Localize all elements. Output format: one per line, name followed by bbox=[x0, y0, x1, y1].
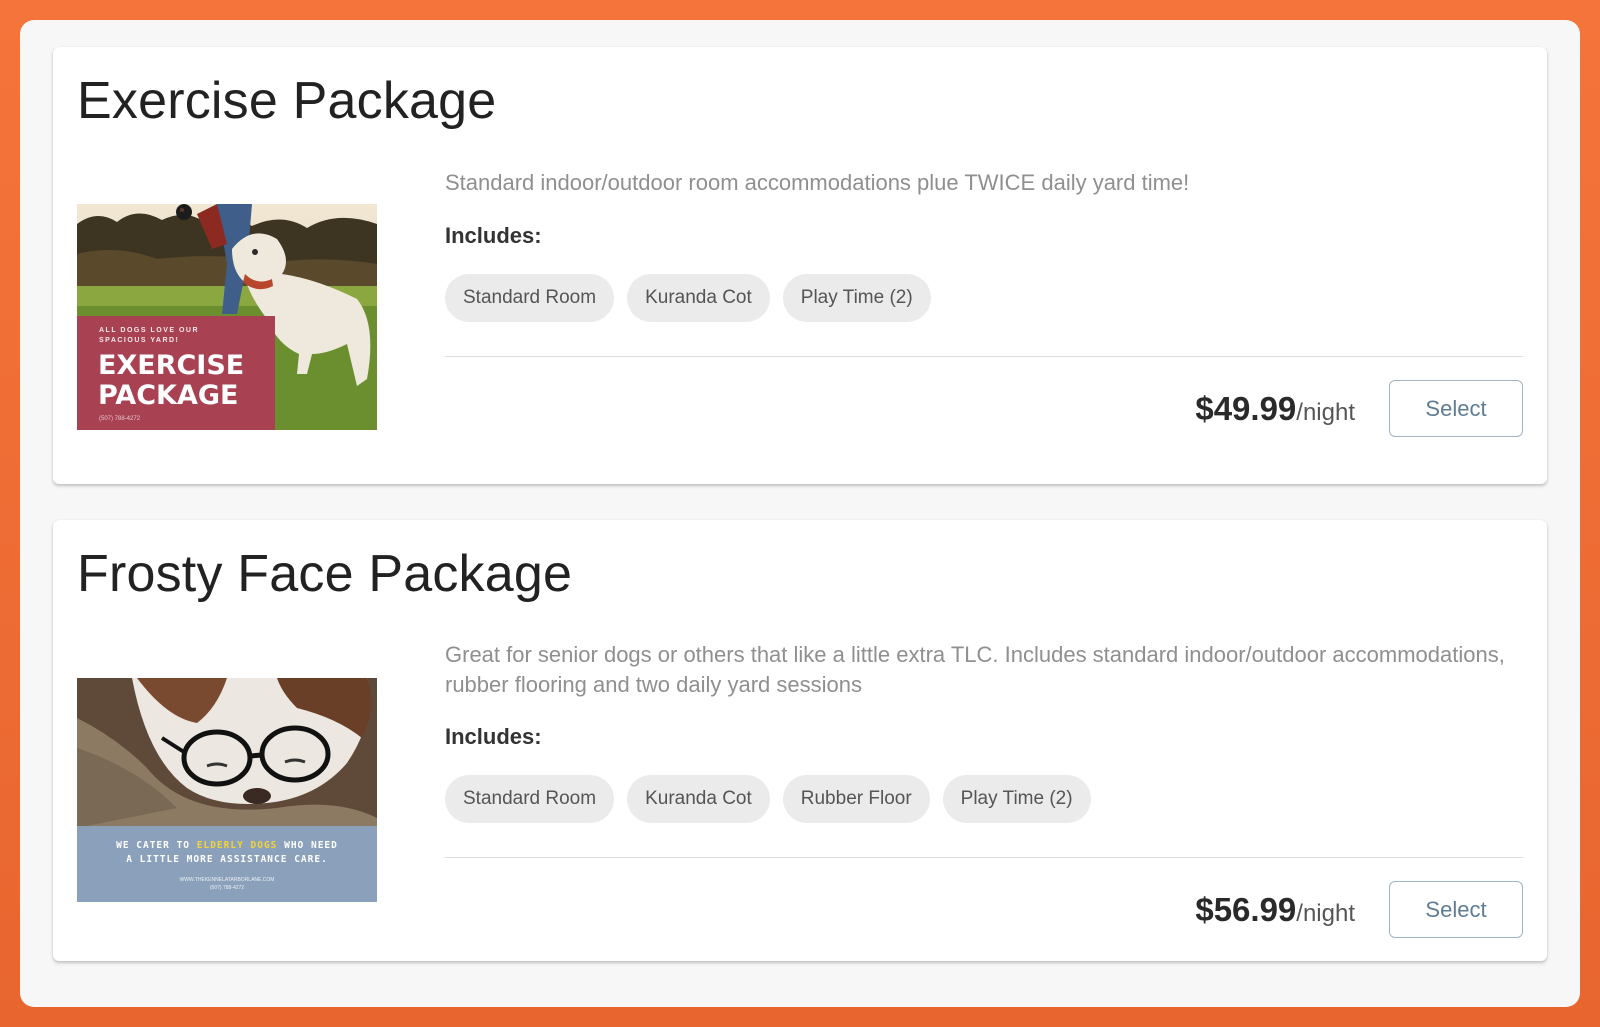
exercise-package-image: ALL DOGS LOVE OUR SPACIOUS YARD! EXERCIS… bbox=[77, 204, 377, 430]
price-unit: /night bbox=[1296, 398, 1355, 426]
package-list-panel: Exercise Package ALL DOGS LOVE OUR SPACI… bbox=[20, 20, 1580, 1007]
package-details: Standard indoor/outdoor room accommodati… bbox=[445, 168, 1523, 468]
senior-dog-photo: WE CATER TO ELDERLY DOGS WHO NEED A LITT… bbox=[77, 678, 377, 902]
image-phone: (507) 788-4272 bbox=[99, 416, 141, 422]
chip-kuranda-cot: Kuranda Cot bbox=[627, 274, 770, 322]
chip-rubber-floor: Rubber Floor bbox=[782, 775, 930, 823]
price-row: $49.99/night Select bbox=[1195, 380, 1523, 437]
price-row: $56.99/night Select bbox=[1195, 881, 1523, 938]
package-card-frosty-face: Frosty Face Package WE CATER TO ELDERLY … bbox=[53, 520, 1547, 961]
chip-play-time: Play Time (2) bbox=[942, 775, 1091, 823]
includes-label: Includes: bbox=[445, 223, 542, 248]
image-phone: (507) 788-4272 bbox=[210, 885, 244, 891]
divider bbox=[445, 356, 1523, 357]
package-title: Frosty Face Package bbox=[77, 545, 573, 603]
image-small-text: ALL DOGS LOVE OUR bbox=[99, 327, 199, 334]
package-title: Exercise Package bbox=[77, 72, 497, 130]
image-heading: PACKAGE bbox=[98, 380, 238, 411]
image-url: WWW.THEKENNELATARBORLANE.COM bbox=[180, 877, 275, 883]
includes-chips: Standard Room Kuranda Cot Rubber Floor P… bbox=[445, 775, 1091, 823]
price-amount: $56.99 bbox=[1195, 890, 1297, 928]
divider bbox=[445, 857, 1523, 858]
includes-label: Includes: bbox=[445, 724, 542, 749]
dog-photo: ALL DOGS LOVE OUR SPACIOUS YARD! EXERCIS… bbox=[77, 204, 377, 430]
price-unit: /night bbox=[1296, 899, 1355, 927]
image-heading: EXERCISE bbox=[98, 350, 244, 381]
includes-chips: Standard Room Kuranda Cot Play Time (2) bbox=[445, 274, 931, 322]
image-caption-line-2: A LITTLE MORE ASSISTANCE CARE. bbox=[126, 854, 328, 865]
select-button[interactable]: Select bbox=[1389, 380, 1523, 437]
chip-standard-room: Standard Room bbox=[445, 274, 615, 322]
chip-standard-room: Standard Room bbox=[445, 775, 615, 823]
package-description: Great for senior dogs or others that lik… bbox=[445, 642, 1505, 697]
chip-kuranda-cot: Kuranda Cot bbox=[627, 775, 770, 823]
select-button[interactable]: Select bbox=[1389, 881, 1523, 938]
package-card-exercise: Exercise Package ALL DOGS LOVE OUR SPACI… bbox=[53, 47, 1547, 484]
package-details: Great for senior dogs or others that lik… bbox=[445, 640, 1523, 950]
price-amount: $49.99 bbox=[1195, 389, 1297, 427]
price: $49.99/night bbox=[1195, 390, 1355, 428]
package-description: Standard indoor/outdoor room accommodati… bbox=[445, 170, 1190, 195]
chip-play-time: Play Time (2) bbox=[782, 274, 931, 322]
image-small-text: SPACIOUS YARD! bbox=[99, 337, 179, 344]
image-caption-line-1: WE CATER TO ELDERLY DOGS WHO NEED bbox=[116, 840, 338, 851]
frosty-face-package-image: WE CATER TO ELDERLY DOGS WHO NEED A LITT… bbox=[77, 678, 377, 902]
price: $56.99/night bbox=[1195, 891, 1355, 929]
